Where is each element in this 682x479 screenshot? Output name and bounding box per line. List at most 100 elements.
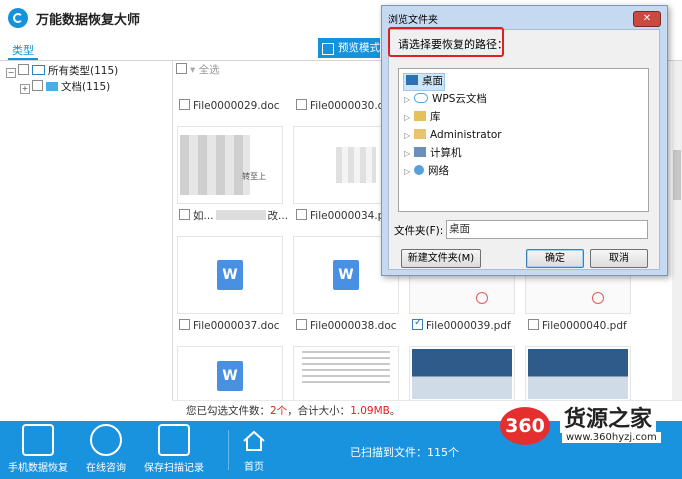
app-logo-icon bbox=[8, 8, 28, 28]
tree-label: 文档(115) bbox=[61, 81, 111, 93]
home-icon bbox=[243, 430, 265, 451]
blurred-preview bbox=[336, 147, 376, 183]
stamp-icon bbox=[592, 292, 604, 304]
watermark-name: 货源之家 bbox=[560, 401, 657, 433]
file-name: File0000029.doc bbox=[193, 100, 280, 112]
person-icon bbox=[90, 424, 122, 456]
expand-arrow-icon[interactable]: ▷ bbox=[404, 92, 414, 108]
file-item[interactable]: 如... 改... bbox=[179, 209, 288, 223]
stamp-icon bbox=[476, 292, 488, 304]
thumb-text: 转至上 bbox=[242, 172, 266, 181]
expand-arrow-icon[interactable]: ▷ bbox=[404, 110, 414, 126]
file-thumbnail[interactable]: W bbox=[177, 346, 283, 402]
expand-arrow-icon[interactable]: ▷ bbox=[404, 146, 414, 162]
wps-doc-icon: W bbox=[217, 260, 243, 290]
file-item[interactable]: File0000038.doc bbox=[296, 319, 397, 333]
phone-icon bbox=[22, 424, 54, 456]
wps-doc-icon: W bbox=[217, 361, 243, 391]
collapse-icon[interactable]: − bbox=[6, 68, 16, 78]
select-all-label: 全选 bbox=[198, 64, 220, 76]
folder-icon bbox=[46, 82, 58, 91]
file-item[interactable]: File0000040.pdf bbox=[528, 319, 627, 333]
file-thumbnail[interactable]: 转至上 bbox=[177, 126, 283, 204]
file-thumbnail[interactable]: W bbox=[177, 236, 283, 314]
scan-count: 已扫描到文件：115个 bbox=[350, 446, 459, 459]
select-all[interactable]: ▾ 全选 bbox=[176, 62, 306, 78]
folder-label: 计算机 bbox=[430, 147, 462, 159]
folder-item-desktop[interactable]: 桌面 bbox=[406, 73, 443, 89]
status-size-prefix: ，合计大小： bbox=[287, 405, 351, 417]
file-item[interactable]: File0000034.pdf bbox=[296, 209, 395, 223]
wps-doc-icon: W bbox=[333, 260, 359, 290]
button-label: 手机数据恢复 bbox=[8, 463, 68, 474]
slide-preview bbox=[412, 349, 512, 399]
folder-input[interactable]: 桌面 bbox=[446, 220, 648, 239]
folder-item-network[interactable]: ▷ 网络 bbox=[404, 163, 449, 179]
new-folder-button[interactable]: 新建文件夹(M) bbox=[401, 249, 481, 268]
network-icon bbox=[414, 165, 424, 175]
button-label: 在线咨询 bbox=[86, 463, 126, 474]
folder-label: WPS云文档 bbox=[432, 93, 487, 105]
checkbox[interactable] bbox=[296, 209, 307, 220]
checkbox[interactable] bbox=[528, 319, 539, 330]
folder-field-label: 文件夹(F): bbox=[394, 225, 444, 237]
checkbox-checked[interactable]: ✓ bbox=[412, 317, 423, 330]
save-scan-button[interactable]: 保存扫描记录 bbox=[144, 424, 204, 478]
watermark-badge: 360 bbox=[500, 407, 550, 445]
blurred-preview bbox=[180, 135, 250, 195]
checkbox[interactable] bbox=[18, 64, 29, 75]
ok-button[interactable]: 确定 bbox=[526, 249, 584, 268]
online-help-button[interactable]: 在线咨询 bbox=[76, 424, 136, 478]
expand-arrow-icon[interactable]: ▷ bbox=[404, 164, 414, 180]
folder-label: 网络 bbox=[428, 165, 449, 177]
tree-item-all-types[interactable]: − 所有类型(115) bbox=[6, 63, 172, 79]
file-name: File0000040.pdf bbox=[542, 320, 627, 332]
button-label: 首页 bbox=[244, 462, 264, 473]
tab-underline bbox=[8, 58, 38, 60]
folder-item-wps[interactable]: ▷ WPS云文档 bbox=[404, 91, 487, 107]
expand-icon[interactable]: + bbox=[20, 84, 30, 94]
home-button[interactable]: 首页 bbox=[224, 424, 284, 478]
tree-label: 所有类型(115) bbox=[48, 65, 119, 77]
cloud-icon bbox=[414, 93, 428, 103]
folder-item-computer[interactable]: ▷ 计算机 bbox=[404, 145, 462, 161]
blurred-name bbox=[215, 210, 266, 220]
scrollbar[interactable] bbox=[672, 61, 682, 416]
file-item[interactable]: File0000029.doc bbox=[179, 99, 280, 113]
tab-type[interactable]: 类型 bbox=[12, 42, 34, 58]
file-thumbnail[interactable] bbox=[525, 346, 631, 402]
checkbox[interactable] bbox=[32, 80, 43, 91]
folder-label: 库 bbox=[430, 111, 441, 123]
close-icon[interactable]: ✕ bbox=[633, 11, 661, 27]
folder-label: Administrator bbox=[430, 129, 502, 141]
phone-recovery-button[interactable]: 手机数据恢复 bbox=[8, 424, 68, 478]
checkbox[interactable] bbox=[179, 319, 190, 330]
selected-count: 2个 bbox=[270, 405, 288, 417]
selected-size: 1.09MB bbox=[350, 405, 390, 417]
checkbox[interactable] bbox=[179, 209, 190, 220]
folder-item-administrator[interactable]: ▷ Administrator bbox=[404, 127, 502, 143]
file-name: 如... bbox=[193, 210, 214, 222]
computer-icon bbox=[414, 147, 426, 157]
cancel-button[interactable]: 取消 bbox=[590, 249, 648, 268]
file-name: File0000037.doc bbox=[193, 320, 280, 332]
file-item[interactable]: File0000037.doc bbox=[179, 319, 280, 333]
type-tree: − 所有类型(115) + 文档(115) bbox=[0, 61, 173, 421]
checkbox[interactable] bbox=[179, 99, 190, 110]
file-name-end: 改... bbox=[267, 210, 289, 222]
folder-item-library[interactable]: ▷ 库 bbox=[404, 109, 441, 125]
file-thumbnail[interactable] bbox=[409, 346, 515, 402]
expand-arrow-icon[interactable]: ▷ bbox=[404, 128, 414, 144]
status-suffix: 。 bbox=[389, 405, 401, 417]
checkbox[interactable] bbox=[176, 63, 187, 74]
checkbox[interactable] bbox=[296, 99, 307, 110]
file-thumbnail[interactable] bbox=[293, 346, 399, 402]
checkbox[interactable] bbox=[296, 319, 307, 330]
library-icon bbox=[414, 111, 426, 121]
tree-item-documents[interactable]: + 文档(115) bbox=[20, 79, 172, 95]
scrollbar-thumb[interactable] bbox=[673, 150, 681, 200]
dialog-title: 浏览文件夹 bbox=[388, 15, 438, 26]
file-name: File0000038.doc bbox=[310, 320, 397, 332]
file-item[interactable]: ✓ File0000039.pdf bbox=[412, 317, 511, 333]
highlight-box bbox=[388, 27, 504, 57]
